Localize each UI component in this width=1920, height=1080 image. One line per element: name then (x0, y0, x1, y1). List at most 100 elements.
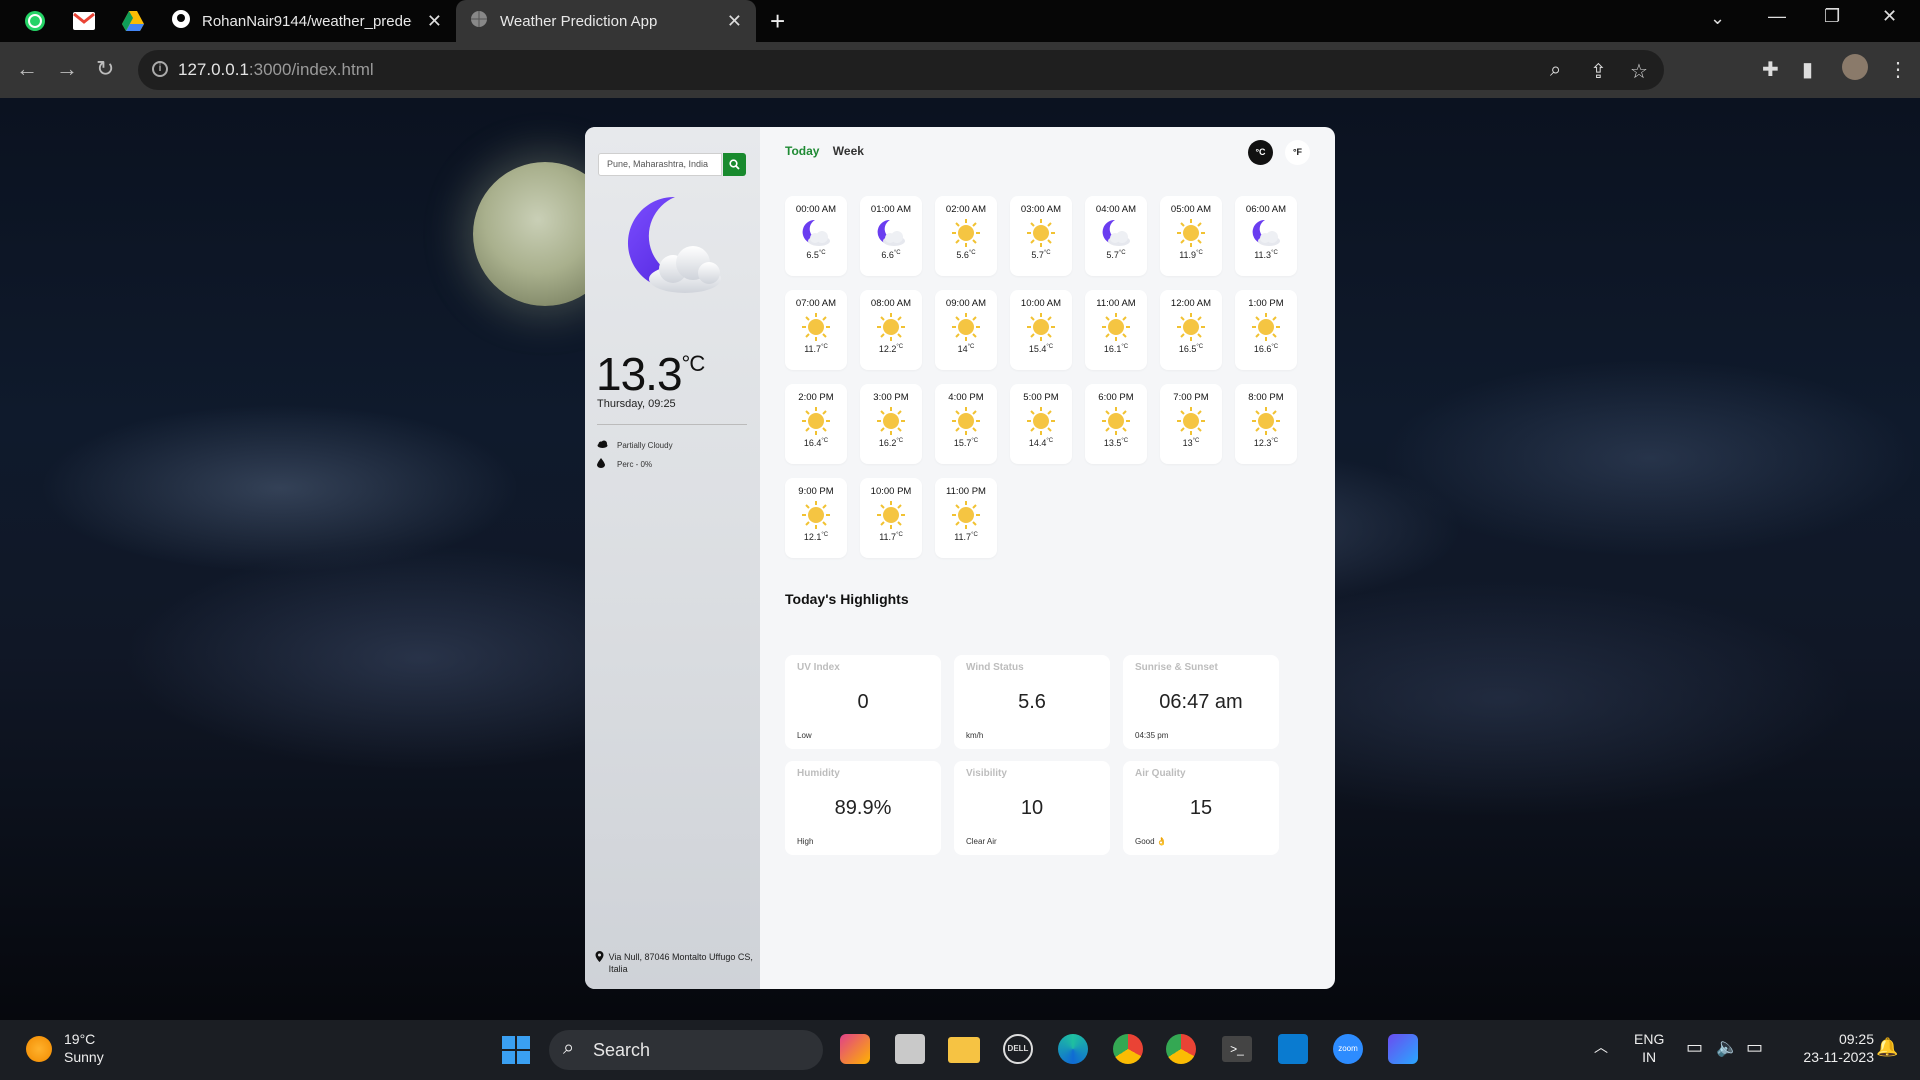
highlight-sub: Good 👌 (1135, 837, 1167, 846)
hour-temp: 11.3°C (1254, 250, 1278, 260)
app-icon-clipchamp[interactable] (1388, 1034, 1418, 1064)
avatar[interactable] (1842, 54, 1868, 80)
minimize-button[interactable]: — (1768, 6, 1786, 27)
search-label: Search (593, 1040, 651, 1060)
highlight-sub: 04:35 pm (1135, 731, 1169, 740)
sun-icon (949, 218, 983, 248)
hourly-card: 06:00 AM 11.3°C (1235, 196, 1297, 276)
hour-temp: 11.7°C (954, 532, 978, 542)
hourly-card: 2:00 PM 16.4°C (785, 384, 847, 464)
close-window-button[interactable]: ✕ (1882, 6, 1897, 27)
taskbar-search[interactable]: ⌕ Search (549, 1030, 823, 1070)
moon-cloud-icon (799, 218, 833, 248)
moon-cloud-icon (874, 218, 908, 248)
reload-button[interactable]: ↻ (96, 56, 114, 82)
period-tabs: Today Week (785, 144, 874, 158)
search-input[interactable]: Pune, Maharashtra, India (598, 153, 722, 176)
extensions-icon[interactable]: ✚ (1762, 57, 1779, 82)
hour-temp: 6.5°C (806, 250, 826, 260)
tab-github[interactable]: RohanNair9144/weather_predec ✕ (158, 0, 456, 42)
battery-icon[interactable]: ▭ (1746, 1038, 1763, 1056)
tab-today[interactable]: Today (785, 144, 819, 158)
clock[interactable]: 09:25 23-11-2023 (1784, 1030, 1874, 1066)
hourly-card: 08:00 AM 12.2°C (860, 290, 922, 370)
dell-icon[interactable]: DELL (1003, 1034, 1033, 1064)
file-explorer-icon[interactable] (948, 1034, 980, 1063)
drive-tab-icon[interactable] (118, 6, 148, 36)
menu-icon[interactable]: ⋮ (1888, 57, 1908, 82)
forward-button[interactable]: → (56, 56, 78, 82)
zoom-icon[interactable]: zoom (1333, 1034, 1363, 1064)
windows-start-icon[interactable] (502, 1036, 530, 1069)
search-icon: ⌕ (563, 1037, 575, 1059)
volume-icon[interactable]: 🔈 (1716, 1038, 1738, 1056)
back-button[interactable]: ← (16, 56, 38, 82)
app-icon-task-view[interactable] (895, 1034, 925, 1064)
hour-label: 10:00 AM (1020, 298, 1062, 309)
highlight-label: UV Index (797, 662, 840, 673)
hour-label: 6:00 PM (1098, 392, 1134, 403)
highlight-card: Wind Status 5.6 km/h (954, 655, 1110, 749)
edge-icon[interactable] (1058, 1034, 1088, 1064)
browser-toolbar: ← → ↻ i 127.0.0.1:3000/index.html ☆ ⇪ ⌕ … (0, 42, 1920, 99)
sun-icon (1099, 406, 1133, 436)
bookmark-star-icon[interactable]: ☆ (1630, 59, 1648, 84)
chrome-profile-icon[interactable] (1166, 1034, 1196, 1064)
side-panel-icon[interactable]: ▮ (1802, 57, 1813, 82)
location-pin-icon (595, 951, 606, 975)
sidebar: Pune, Maharashtra, India 13.3°C Thursday… (585, 127, 760, 989)
highlight-card: Sunrise & Sunset 06:47 am 04:35 pm (1123, 655, 1279, 749)
app-icon-copilot[interactable] (840, 1034, 870, 1064)
hourly-card: 7:00 PM 13°C (1160, 384, 1222, 464)
sun-icon (1024, 218, 1058, 248)
highlights-title: Today's Highlights (785, 591, 909, 607)
terminal-icon[interactable]: >_ (1222, 1034, 1252, 1062)
highlight-card: Air Quality 15 Good 👌 (1123, 761, 1279, 855)
taskbar: 19°C Sunny ⌕ Search DELL >_ zoom ︿ ENG IN … (0, 1020, 1920, 1080)
hour-label: 7:00 PM (1173, 392, 1209, 403)
whatsapp-tab-icon[interactable] (20, 6, 50, 36)
hourly-card: 10:00 AM 15.4°C (1010, 290, 1072, 370)
tab-weather-app[interactable]: Weather Prediction App ✕ (456, 0, 756, 42)
precip-row: Perc - 0% (597, 458, 652, 470)
sun-icon (949, 406, 983, 436)
sun-weather-icon[interactable] (26, 1036, 52, 1062)
gmail-tab-icon[interactable] (69, 6, 99, 36)
highlight-sub: High (797, 837, 814, 846)
hourly-card: 6:00 PM 13.5°C (1085, 384, 1147, 464)
share-icon[interactable]: ⇪ (1590, 59, 1607, 84)
hour-temp: 6.6°C (881, 250, 901, 260)
url-text: 127.0.0.1:3000/index.html (178, 60, 374, 79)
globe-icon (470, 10, 488, 32)
new-tab-button[interactable]: + (770, 6, 785, 37)
site-info-icon[interactable]: i (152, 61, 168, 77)
restore-button[interactable]: ❐ (1824, 6, 1840, 27)
tab-search-icon[interactable]: ⌄ (1710, 8, 1725, 29)
celsius-button[interactable]: °C (1248, 140, 1273, 165)
sun-icon (799, 312, 833, 342)
weather-widget[interactable]: 19°C Sunny (64, 1030, 104, 1066)
sun-icon (1174, 406, 1208, 436)
language-indicator[interactable]: ENG IN (1634, 1030, 1664, 1066)
chrome-icon[interactable] (1113, 1034, 1143, 1064)
hourly-card: 11:00 AM 16.1°C (1085, 290, 1147, 370)
moon-cloud-icon (627, 196, 721, 293)
precip-text: Perc - 0% (617, 459, 653, 469)
vscode-icon[interactable] (1278, 1034, 1308, 1064)
network-icon[interactable]: ▭ (1686, 1038, 1703, 1056)
close-tab-icon[interactable]: ✕ (727, 11, 742, 32)
cloud-icon (597, 440, 611, 450)
sun-icon (799, 406, 833, 436)
tab-week[interactable]: Week (833, 144, 864, 158)
close-tab-icon[interactable]: ✕ (427, 11, 442, 32)
hour-temp: 16.5°C (1178, 344, 1204, 354)
address-bar[interactable]: i 127.0.0.1:3000/index.html ☆ ⇪ ⌕ (138, 50, 1664, 90)
hour-label: 02:00 AM (945, 204, 987, 215)
fahrenheit-button[interactable]: °F (1285, 140, 1310, 165)
zoom-icon[interactable]: ⌕ (1550, 59, 1561, 82)
notification-bell-icon[interactable]: 🔔 (1876, 1038, 1898, 1056)
highlight-label: Visibility (966, 768, 1007, 779)
search-button[interactable] (723, 153, 746, 176)
hour-label: 10:00 PM (870, 486, 912, 497)
chevron-up-icon[interactable]: ︿ (1594, 1038, 1608, 1056)
